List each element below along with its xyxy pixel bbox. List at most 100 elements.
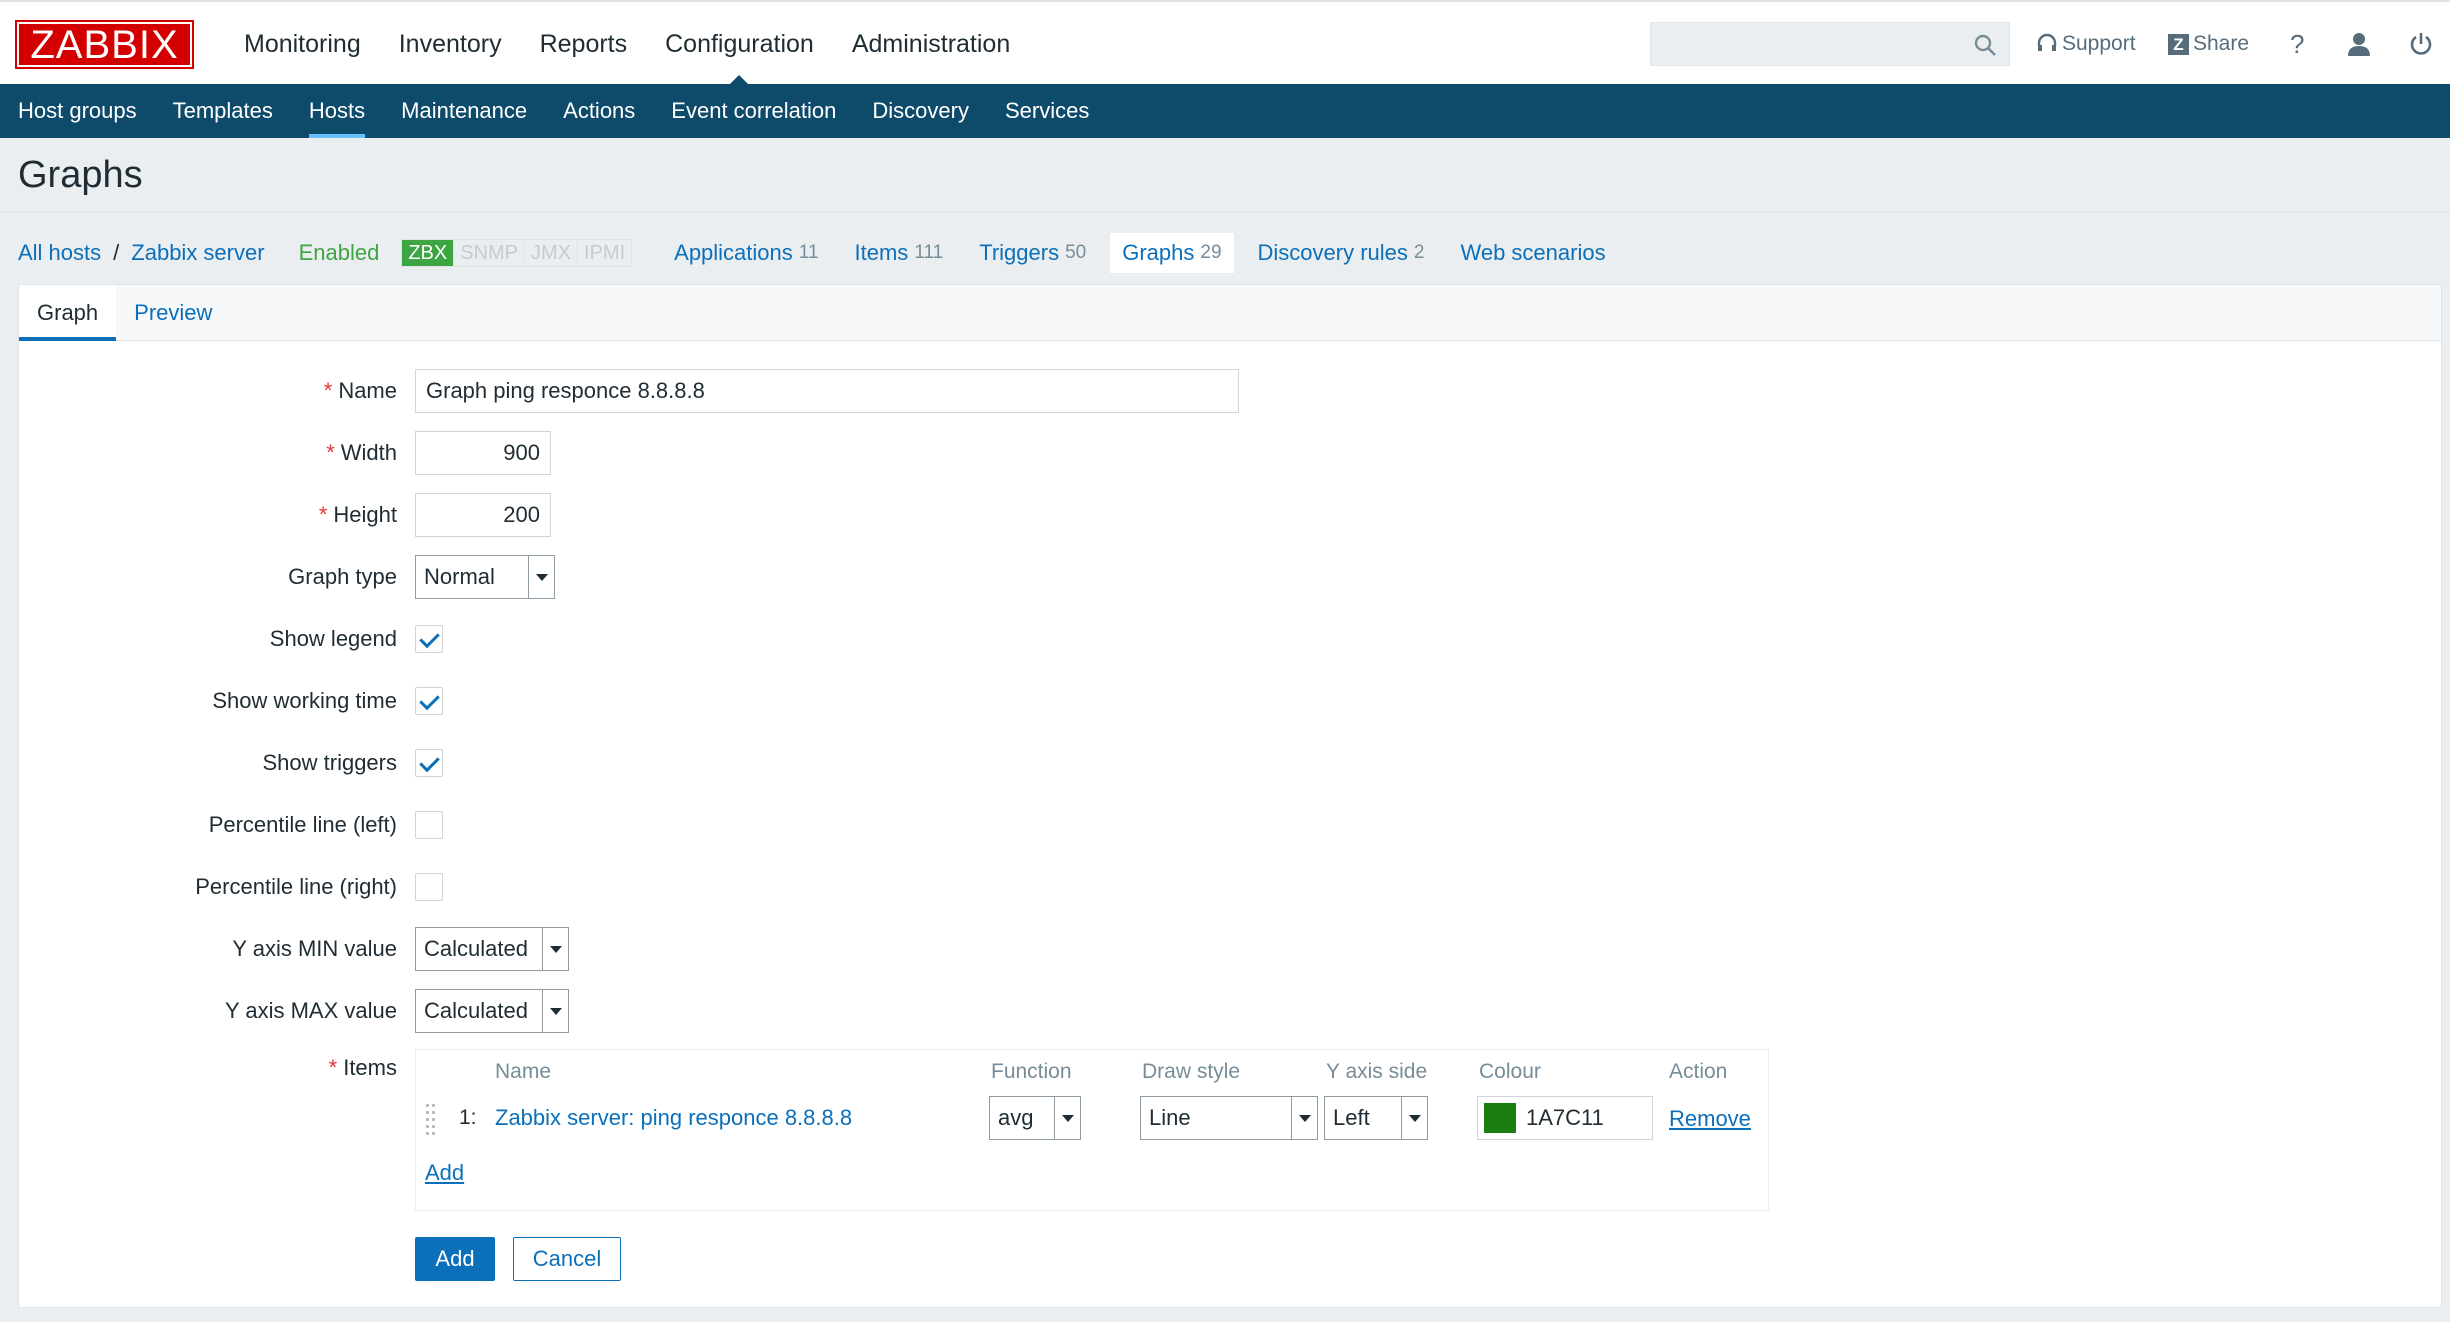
dropdown-arrow-icon (528, 556, 554, 598)
search-icon[interactable] (1973, 33, 1997, 57)
item-draw-style-value: Line (1149, 1105, 1191, 1130)
items-header-action: Action (1669, 1060, 1728, 1083)
graph-type-value: Normal (424, 564, 495, 589)
height-input[interactable]: 200 (415, 493, 551, 537)
user-profile-icon[interactable] (2346, 24, 2376, 64)
sub-menu-host-groups[interactable]: Host groups (0, 84, 155, 138)
y-min-select[interactable]: Calculated (415, 927, 569, 971)
host-nav-triggers-count: 50 (1065, 242, 1087, 263)
sub-menu: Host groups Templates Hosts Maintenance … (0, 84, 2450, 138)
host-nav-applications[interactable]: Applications 11 (662, 233, 830, 273)
dropdown-arrow-icon (1401, 1097, 1427, 1139)
y-max-label: Y axis MAX value (224, 998, 397, 1023)
percentile-right-checkbox[interactable] (415, 873, 443, 901)
item-y-axis-side-select[interactable]: Left (1324, 1096, 1428, 1140)
percentile-left-row: Percentile line (left) (19, 803, 2419, 847)
zabbix-logo[interactable]: ZABBIX (15, 20, 194, 69)
host-nav-discovery-rules-label[interactable]: Discovery rules (1258, 240, 1408, 266)
required-mark: * (318, 502, 328, 527)
item-function-select[interactable]: avg (989, 1096, 1081, 1140)
items-table: Name Function Draw style Y axis side Col… (415, 1049, 1769, 1211)
show-triggers-checkbox[interactable] (415, 749, 443, 777)
required-mark: * (323, 378, 333, 403)
items-row: * Items (19, 1051, 409, 1095)
tab-graph[interactable]: Graph (19, 285, 117, 341)
drag-handle-icon[interactable] (426, 1104, 438, 1140)
main-menu-inventory[interactable]: Inventory (381, 2, 520, 86)
y-max-row: Y axis MAX value Calculated (19, 989, 2419, 1033)
host-nav-triggers[interactable]: Triggers 50 (967, 233, 1098, 273)
main-menu-reports[interactable]: Reports (522, 2, 646, 86)
dropdown-arrow-icon (1291, 1097, 1317, 1139)
main-menu-configuration[interactable]: Configuration (647, 2, 832, 86)
page-title: Graphs (18, 154, 143, 196)
sub-menu-discovery[interactable]: Discovery (854, 84, 987, 138)
width-input[interactable]: 900 (415, 431, 551, 475)
show-working-time-checkbox[interactable] (415, 687, 443, 715)
main-menu-administration[interactable]: Administration (834, 2, 1028, 86)
percentile-left-checkbox[interactable] (415, 811, 443, 839)
host-nav-web-scenarios-label[interactable]: Web scenarios (1460, 240, 1605, 266)
y-max-value: Calculated (424, 998, 528, 1023)
items-label: * Items (328, 1055, 397, 1080)
dropdown-arrow-icon (542, 928, 568, 970)
y-max-select[interactable]: Calculated (415, 989, 569, 1033)
availability-ipmi: IPMI (577, 240, 631, 266)
host-nav-items[interactable]: Items 111 (843, 233, 956, 273)
height-label: * Height (318, 502, 397, 527)
y-min-row: Y axis MIN value Calculated (19, 927, 2419, 971)
show-legend-label: Show legend (269, 626, 397, 651)
dropdown-arrow-icon (1054, 1097, 1080, 1139)
cancel-button[interactable]: Cancel (513, 1237, 621, 1281)
width-label: * Width (326, 440, 397, 465)
add-item-link[interactable]: Add (425, 1160, 464, 1186)
host-nav-applications-label[interactable]: Applications (674, 240, 793, 266)
item-name-link[interactable]: Zabbix server: ping responce 8.8.8.8 (495, 1105, 852, 1131)
name-label: * Name (323, 378, 397, 403)
item-colour-input[interactable]: 1A7C11 (1477, 1096, 1653, 1140)
host-status[interactable]: Enabled (299, 240, 380, 266)
remove-item-link[interactable]: Remove (1669, 1106, 1751, 1132)
host-nav-discovery-rules-count: 2 (1413, 242, 1425, 263)
support-link[interactable]: Support (2036, 24, 2136, 64)
colour-swatch[interactable] (1484, 1103, 1516, 1133)
show-working-time-row: Show working time (19, 679, 2419, 723)
host-nav-triggers-label[interactable]: Triggers (979, 240, 1059, 266)
share-link[interactable]: Z Share (2168, 24, 2249, 64)
host-nav-graphs-label[interactable]: Graphs (1122, 240, 1194, 266)
search-input[interactable] (1650, 22, 2010, 66)
sub-menu-event-correlation[interactable]: Event correlation (653, 84, 854, 138)
sub-menu-maintenance[interactable]: Maintenance (383, 84, 545, 138)
sub-menu-hosts[interactable]: Hosts (291, 84, 383, 138)
host-nav-items-label[interactable]: Items (855, 240, 909, 266)
form-tabs: Graph Preview (19, 285, 2441, 341)
main-menu-monitoring[interactable]: Monitoring (226, 2, 379, 86)
sub-menu-services[interactable]: Services (987, 84, 1107, 138)
name-input[interactable]: Graph ping responce 8.8.8.8 (415, 369, 1239, 413)
heading-divider (0, 212, 2450, 213)
power-icon (2410, 33, 2432, 55)
show-legend-row: Show legend (19, 617, 2419, 661)
breadcrumb-host[interactable]: Zabbix server (131, 240, 264, 266)
logout-icon[interactable] (2408, 24, 2438, 64)
sub-menu-templates[interactable]: Templates (155, 84, 291, 138)
host-nav-discovery-rules[interactable]: Discovery rules 2 (1246, 233, 1437, 273)
availability-zbx: ZBX (402, 240, 454, 266)
sub-menu-actions[interactable]: Actions (545, 84, 653, 138)
top-bar: ZABBIX Monitoring Inventory Reports Conf… (0, 0, 2450, 86)
breadcrumb-all-hosts[interactable]: All hosts (18, 240, 101, 266)
graph-type-select[interactable]: Normal (415, 555, 555, 599)
host-nav-graphs[interactable]: Graphs 29 (1110, 233, 1234, 273)
percentile-left-label: Percentile line (left) (208, 812, 397, 837)
graph-type-row: Graph type Normal (19, 555, 2419, 599)
availability-indicators: ZBX SNMP JMX IPMI (401, 239, 633, 267)
help-icon[interactable]: ? (2290, 24, 2304, 64)
host-nav-web-scenarios[interactable]: Web scenarios (1448, 233, 1617, 273)
tab-preview[interactable]: Preview (116, 285, 230, 340)
show-legend-checkbox[interactable] (415, 625, 443, 653)
host-nav-items-count: 111 (914, 242, 944, 263)
items-header-draw-style: Draw style (1142, 1060, 1241, 1083)
item-draw-style-select[interactable]: Line (1140, 1096, 1318, 1140)
add-button[interactable]: Add (415, 1237, 495, 1281)
item-row-index: 1: (459, 1106, 477, 1129)
